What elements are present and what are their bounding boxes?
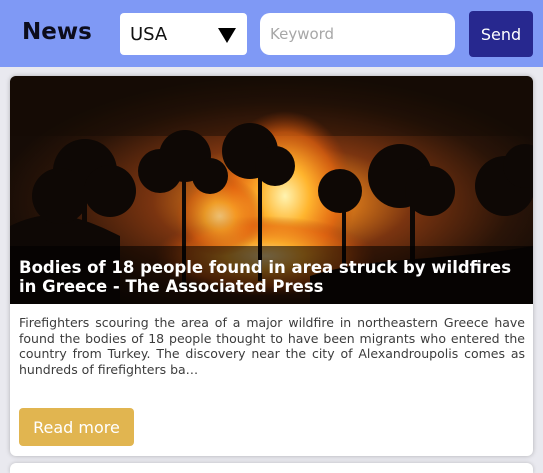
- article-card: Bodies of 18 people found in area struck…: [10, 76, 533, 456]
- send-button[interactable]: Send: [469, 11, 533, 57]
- country-select-value: USA: [130, 24, 168, 45]
- country-select[interactable]: USA: [120, 13, 247, 55]
- article-description: Firefighters scouring the area of a majo…: [19, 315, 525, 377]
- top-bar: News USA Send: [0, 0, 543, 67]
- keyword-input[interactable]: [260, 13, 455, 55]
- article-title: Bodies of 18 people found in area struck…: [19, 258, 512, 296]
- caret-down-icon: [218, 28, 236, 43]
- next-article-card: [10, 463, 533, 473]
- read-more-button[interactable]: Read more: [19, 408, 134, 446]
- article-title-overlay: Bodies of 18 people found in area struck…: [10, 246, 533, 304]
- brand-title: News: [22, 19, 92, 45]
